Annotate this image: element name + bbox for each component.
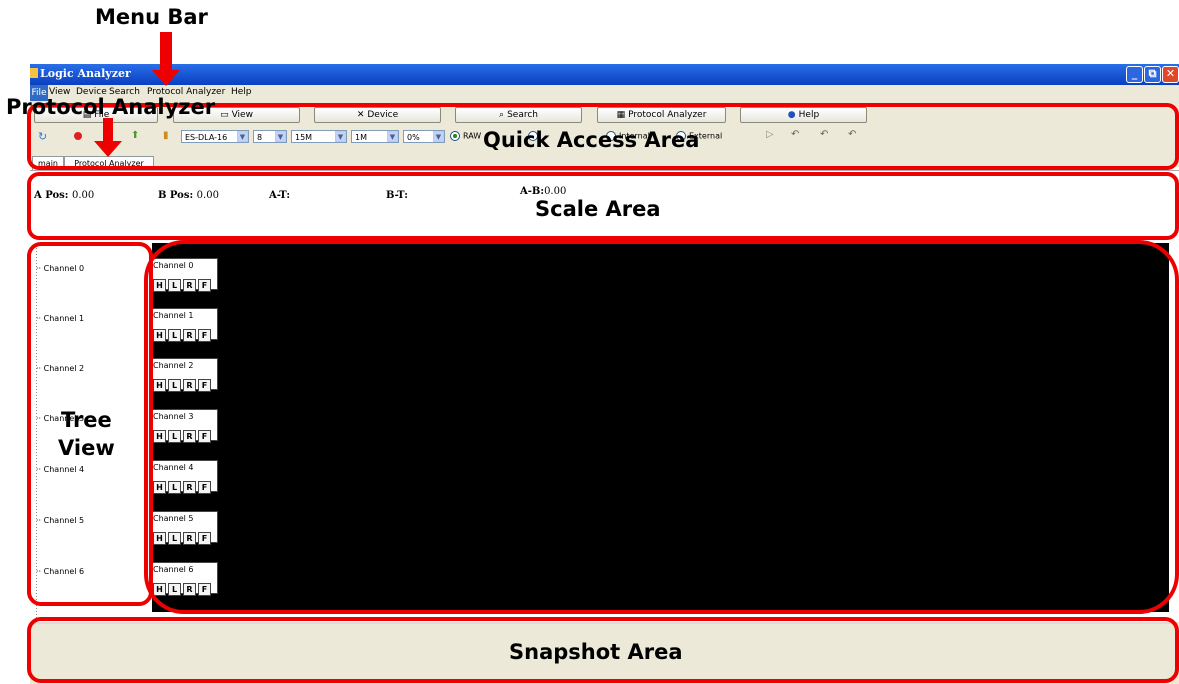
menu-help[interactable]: Help <box>231 87 252 97</box>
main-area-highlight <box>144 240 1179 614</box>
protocol-arrow-head <box>94 141 122 157</box>
protocol-arrow-shaft <box>103 118 113 142</box>
menu-bar-arrow-shaft <box>160 32 172 70</box>
title-bar: Logic Analyzer _ ⧉ ✕ <box>30 64 1179 85</box>
tree-view-annotation: Tree View <box>58 408 115 460</box>
minimize-icon[interactable]: _ <box>1126 66 1143 83</box>
main-area-annotation: Main Area <box>600 398 720 422</box>
menu-bar-annotation: Menu Bar <box>95 5 208 29</box>
protocol-analyzer-annotation: Protocol Analyzer <box>6 95 216 119</box>
window-title: Logic Analyzer <box>40 67 131 80</box>
quick-access-annotation: Quick Access Area <box>483 128 700 152</box>
snapshot-area-annotation: Snapshot Area <box>509 640 683 664</box>
menu-bar-arrow-head <box>152 70 180 86</box>
restore-icon[interactable]: ⧉ <box>1144 66 1161 83</box>
scale-area-annotation: Scale Area <box>535 197 661 221</box>
close-icon[interactable]: ✕ <box>1162 66 1179 83</box>
app-icon <box>30 68 38 78</box>
